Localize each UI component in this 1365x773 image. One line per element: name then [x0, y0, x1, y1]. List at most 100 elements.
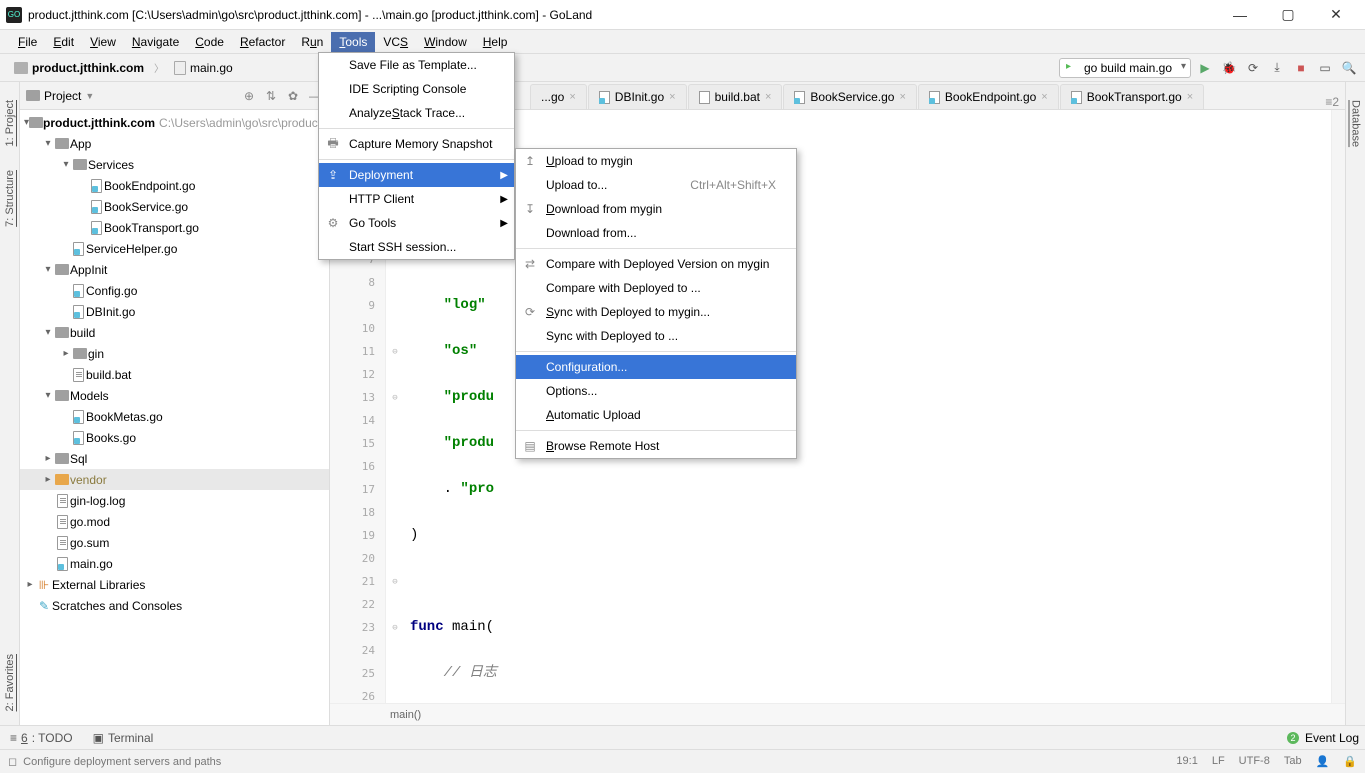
menu-code[interactable]: Code	[187, 32, 232, 52]
search-icon[interactable]: 🔍	[1339, 58, 1359, 78]
debug-button[interactable]: 🐞	[1219, 58, 1239, 78]
deploy-download-from[interactable]: Download from...	[516, 221, 796, 245]
line-separator[interactable]: LF	[1212, 755, 1225, 768]
close-tab-icon[interactable]: ×	[569, 91, 575, 103]
menu-navigate[interactable]: Navigate	[124, 32, 187, 52]
editor-tab[interactable]: BookTransport.go×	[1060, 84, 1204, 109]
tree-file[interactable]: BookMetas.go	[20, 406, 329, 427]
run-with-coverage-icon[interactable]: ⟳	[1243, 58, 1263, 78]
indent-info[interactable]: Tab	[1284, 755, 1302, 768]
deploy-sync-mygin[interactable]: ⟳Sync with Deployed to mygin...	[516, 300, 796, 324]
deploy-compare-to[interactable]: Compare with Deployed to ...	[516, 276, 796, 300]
deploy-options[interactable]: Options...	[516, 379, 796, 403]
editor-tab[interactable]: DBInit.go×	[588, 84, 687, 109]
tree-root[interactable]: ▾product.jtthink.comC:\Users\admin\go\sr…	[20, 112, 329, 133]
caret-position[interactable]: 19:1	[1176, 755, 1197, 768]
tools-ide-scripting[interactable]: IDE Scripting Console	[319, 77, 514, 101]
close-tab-icon[interactable]: ×	[1187, 91, 1193, 103]
rail-database[interactable]: Database	[1350, 96, 1362, 151]
tree-file[interactable]: ServiceHelper.go	[20, 238, 329, 259]
tree-file[interactable]: Books.go	[20, 427, 329, 448]
menu-tools[interactable]: Tools	[331, 32, 375, 52]
deploy-configuration[interactable]: Configuration...	[516, 355, 796, 379]
settings-icon[interactable]: ✿	[285, 89, 301, 103]
tree-file[interactable]: go.mod	[20, 511, 329, 532]
deploy-sync-to[interactable]: Sync with Deployed to ...	[516, 324, 796, 348]
deploy-browse-remote[interactable]: ▤Browse Remote Host	[516, 434, 796, 458]
deploy-upload-to[interactable]: Upload to...Ctrl+Alt+Shift+X	[516, 173, 796, 197]
tree-folder-services[interactable]: ▾Services	[20, 154, 329, 175]
tools-go-tools[interactable]: ⚙Go Tools▶	[319, 211, 514, 235]
menu-help[interactable]: Help	[475, 32, 516, 52]
editor-tab[interactable]: BookEndpoint.go×	[918, 84, 1059, 109]
editor-tab[interactable]: ...go×	[530, 84, 587, 109]
tree-folder-build[interactable]: ▾build	[20, 322, 329, 343]
tools-analyze-stacktrace[interactable]: Analyze Stack Trace...	[319, 101, 514, 125]
inspections-icon[interactable]: 👤	[1316, 755, 1330, 768]
menu-window[interactable]: Window	[416, 32, 475, 52]
deploy-compare-mygin[interactable]: ⇄Compare with Deployed Version on mygin	[516, 252, 796, 276]
deploy-auto-upload[interactable]: Automatic Upload	[516, 403, 796, 427]
layout-icon[interactable]: ▭	[1315, 58, 1335, 78]
event-log-button[interactable]: Event Log	[1305, 731, 1359, 745]
tools-save-template[interactable]: Save File as Template...	[319, 53, 514, 77]
editor-tab[interactable]: BookService.go×	[783, 84, 916, 109]
todo-tool-button[interactable]: ≡ 6: TODO	[0, 731, 83, 745]
deploy-upload-mygin[interactable]: ↥Upload to mygin	[516, 149, 796, 173]
tree-file[interactable]: gin-log.log	[20, 490, 329, 511]
tools-start-ssh[interactable]: Start SSH session...	[319, 235, 514, 259]
tree-folder-appinit[interactable]: ▾AppInit	[20, 259, 329, 280]
tree-file[interactable]: DBInit.go	[20, 301, 329, 322]
tree-file[interactable]: BookEndpoint.go	[20, 175, 329, 196]
minimize-button[interactable]: —	[1217, 1, 1263, 29]
editor-scrollbar[interactable]	[1331, 110, 1345, 703]
close-tab-icon[interactable]: ×	[765, 91, 771, 103]
breadcrumb-root[interactable]: product.jtthink.com	[8, 59, 150, 77]
tools-deployment[interactable]: ⇪Deployment▶	[319, 163, 514, 187]
maximize-button[interactable]: ▢	[1265, 1, 1311, 29]
tree-folder-vendor[interactable]: ▸vendor	[20, 469, 329, 490]
tab-list-icon[interactable]: ≡2	[1325, 95, 1339, 109]
tree-file[interactable]: build.bat	[20, 364, 329, 385]
run-button[interactable]: ▶	[1195, 58, 1215, 78]
menu-view[interactable]: View	[82, 32, 124, 52]
run-config-selector[interactable]: go build main.go	[1059, 58, 1191, 78]
tools-http-client[interactable]: HTTP Client▶	[319, 187, 514, 211]
stop-button[interactable]: ■	[1291, 58, 1311, 78]
tree-external-libraries[interactable]: ▸⊪External Libraries	[20, 574, 329, 595]
close-tab-icon[interactable]: ×	[669, 91, 675, 103]
menu-edit[interactable]: Edit	[45, 32, 82, 52]
rail-project[interactable]: 1: Project	[4, 96, 16, 150]
file-encoding[interactable]: UTF-8	[1239, 755, 1270, 768]
project-tree[interactable]: ▾product.jtthink.comC:\Users\admin\go\sr…	[20, 110, 329, 725]
rail-structure[interactable]: 7: Structure	[4, 166, 16, 231]
tree-scratches[interactable]: ✎Scratches and Consoles	[20, 595, 329, 616]
tree-file[interactable]: BookService.go	[20, 196, 329, 217]
tree-folder-gin[interactable]: ▸gin	[20, 343, 329, 364]
editor-breadcrumb[interactable]: main()	[330, 703, 1345, 725]
tree-folder-models[interactable]: ▾Models	[20, 385, 329, 406]
menu-run[interactable]: Run	[293, 32, 331, 52]
tool-window-toggle-icon[interactable]: ◻	[8, 755, 17, 768]
deploy-download-mygin[interactable]: ↧Download from mygin	[516, 197, 796, 221]
close-tab-icon[interactable]: ×	[1041, 91, 1047, 103]
project-view-selector[interactable]: Project ▼	[26, 89, 241, 103]
tools-capture-snapshot[interactable]: 🖶Capture Memory Snapshot	[319, 132, 514, 156]
tree-file[interactable]: go.sum	[20, 532, 329, 553]
breadcrumb-file[interactable]: main.go	[168, 59, 239, 77]
lock-icon[interactable]: 🔒	[1343, 755, 1357, 768]
editor-tab[interactable]: build.bat×	[688, 84, 783, 109]
tree-file[interactable]: BookTransport.go	[20, 217, 329, 238]
rail-favorites[interactable]: 2: Favorites	[4, 650, 16, 715]
terminal-tool-button[interactable]: ▣ Terminal	[83, 731, 164, 745]
tree-folder-sql[interactable]: ▸Sql	[20, 448, 329, 469]
close-tab-icon[interactable]: ×	[899, 91, 905, 103]
menu-refactor[interactable]: Refactor	[232, 32, 293, 52]
close-button[interactable]: ✕	[1313, 1, 1359, 29]
tree-file[interactable]: Config.go	[20, 280, 329, 301]
tree-folder-app[interactable]: ▾App	[20, 133, 329, 154]
scroll-from-source-icon[interactable]: ⊕	[241, 89, 257, 103]
menu-vcs[interactable]: VCS	[375, 32, 416, 52]
attach-icon[interactable]: ⤓	[1267, 58, 1287, 78]
expand-all-icon[interactable]: ⇅	[263, 89, 279, 103]
